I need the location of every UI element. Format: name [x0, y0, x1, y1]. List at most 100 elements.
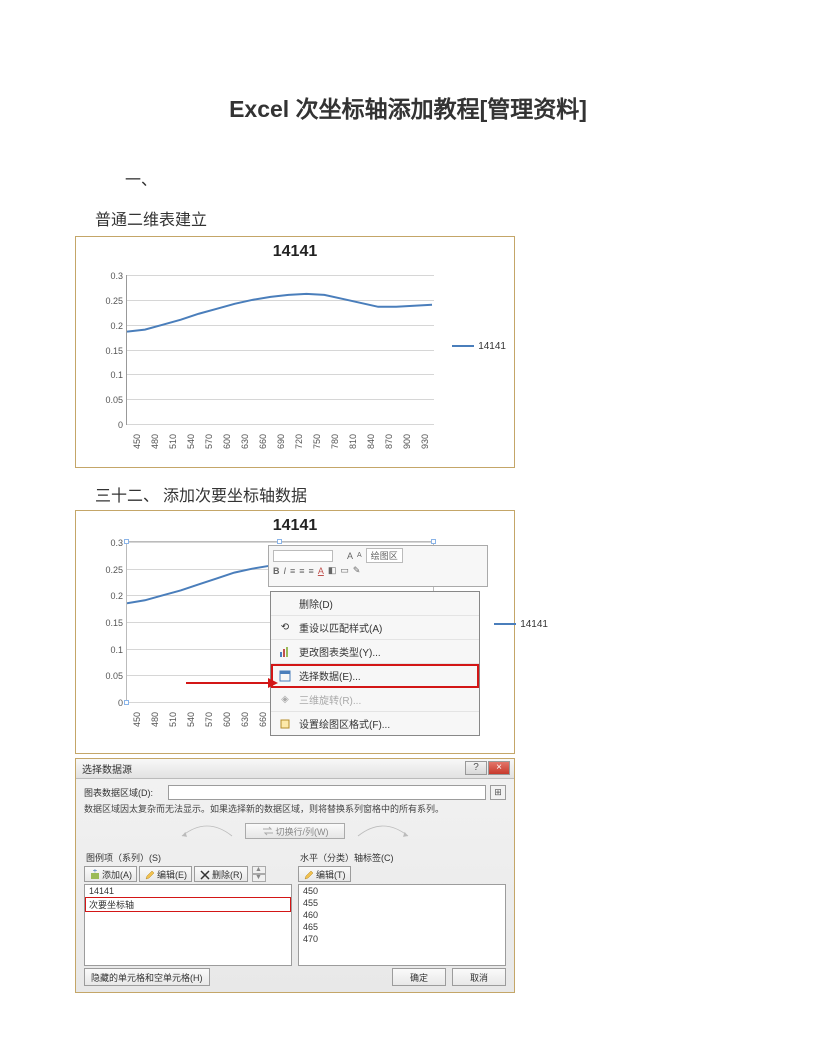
ytick: 0.1: [95, 645, 123, 655]
xtick: 720: [294, 434, 304, 449]
grow-font-icon[interactable]: A: [347, 551, 353, 561]
selection-handle[interactable]: [277, 539, 282, 544]
align-icon[interactable]: ≡: [299, 566, 304, 576]
fill-color-icon[interactable]: ◧: [328, 565, 337, 576]
menu-item-3d-rotate: ◈ 三维旋转(R)...: [271, 688, 479, 712]
switch-row-col-button: 切换行/列(W): [245, 823, 345, 839]
ok-button[interactable]: 确定: [392, 968, 446, 986]
menu-item-delete[interactable]: 删除(D): [271, 592, 479, 616]
move-down-button[interactable]: ▼: [252, 874, 266, 882]
list-item[interactable]: 455: [299, 897, 505, 909]
series-listbox[interactable]: 14141 次要坐标轴: [84, 884, 292, 966]
list-item[interactable]: 14141: [85, 885, 291, 897]
border-icon[interactable]: ▭: [340, 565, 349, 576]
chart-1-plot-area: 0.3 0.25 0.2 0.15 0.1 0.05 0: [126, 275, 434, 425]
menu-item-change-chart-type[interactable]: 更改图表类型(Y)...: [271, 640, 479, 664]
shrink-font-icon[interactable]: A: [357, 552, 362, 559]
switch-icon: [262, 825, 274, 837]
chart-area-selector[interactable]: 绘图区: [366, 548, 403, 563]
list-item[interactable]: 次要坐标轴: [85, 897, 291, 912]
cancel-button[interactable]: 取消: [452, 968, 506, 986]
range-label: 图表数据区域(D):: [84, 786, 164, 799]
list-item[interactable]: 450: [299, 885, 505, 897]
help-button[interactable]: ?: [465, 761, 487, 775]
xtick: 750: [312, 434, 322, 449]
legend-label: 14141: [478, 341, 506, 352]
menu-item-select-data[interactable]: 选择数据(E)...: [271, 664, 479, 688]
add-series-button[interactable]: + 添加(A): [84, 866, 137, 882]
delete-series-button[interactable]: 删除(R): [194, 866, 248, 882]
chart-2-xticks: 450 480 510 540 570 600 630 660: [126, 705, 286, 741]
edit-series-button[interactable]: 编辑(E): [139, 866, 192, 882]
menu-label: 设置绘图区格式(F)...: [299, 716, 390, 731]
format-icon[interactable]: ✎: [353, 565, 361, 576]
range-picker-button[interactable]: ⊞: [490, 785, 506, 800]
ytick: 0.15: [95, 346, 123, 356]
xtick: 690: [276, 434, 286, 449]
edit-icon: [303, 869, 313, 879]
range-hint: 数据区域因太复杂而无法显示。如果选择新的数据区域，则将替换系列窗格中的所有系列。: [84, 802, 506, 815]
xtick: 570: [204, 434, 214, 449]
list-item[interactable]: 460: [299, 909, 505, 921]
btn-label: 删除(R): [212, 868, 243, 881]
xtick: 600: [222, 434, 232, 449]
chart-2-title: 14141: [76, 511, 514, 535]
menu-item-reset-style[interactable]: ⟲ 重设以匹配样式(A): [271, 616, 479, 640]
btn-label: 编辑(T): [316, 868, 346, 881]
category-axis-title: 水平（分类）轴标签(C): [300, 851, 506, 864]
rotate-3d-icon: ◈: [277, 693, 293, 707]
italic-icon[interactable]: I: [284, 566, 287, 576]
selection-handle[interactable]: [431, 539, 436, 544]
btn-label: 编辑(E): [157, 868, 187, 881]
xtick: 630: [240, 712, 250, 727]
menu-item-format-plot-area[interactable]: 设置绘图区格式(F)...: [271, 712, 479, 735]
align-icon[interactable]: ≡: [309, 566, 314, 576]
hidden-cells-button[interactable]: 隐藏的单元格和空单元格(H): [84, 968, 210, 986]
xtick: 450: [132, 712, 142, 727]
xtick: 540: [186, 712, 196, 727]
annotation-arrow: [186, 682, 270, 684]
add-icon: +: [89, 869, 99, 879]
edit-icon: [144, 869, 154, 879]
swap-arrow-icon: [172, 821, 242, 841]
svg-text:+: +: [93, 869, 98, 875]
chart-type-icon: [277, 645, 293, 659]
chart-2: 14141 0.3 0.25 0.2 0.15 0.1 0.05 0 450 4…: [75, 510, 515, 754]
menu-label: 重设以匹配样式(A): [299, 620, 382, 635]
ytick: 0: [95, 420, 123, 430]
section-heading-2: 三十二、 添加次要坐标轴数据: [95, 482, 741, 506]
align-icon[interactable]: ≡: [290, 566, 295, 576]
move-series-buttons: ▲ ▼: [252, 866, 266, 882]
btn-label: 添加(A): [102, 868, 132, 881]
selection-handle[interactable]: [124, 539, 129, 544]
mini-toolbar[interactable]: A A 绘图区 B I ≡ ≡ ≡ A ◧ ▭ ✎: [268, 545, 488, 587]
range-input[interactable]: [168, 785, 486, 800]
select-data-source-dialog: 选择数据源 ? × 图表数据区域(D): ⊞ 数据区域因太复杂而无法显示。如果选…: [75, 758, 515, 993]
reset-icon: ⟲: [277, 621, 293, 635]
xtick: 480: [150, 712, 160, 727]
legend-series-title: 图例项（系列）(S): [86, 851, 292, 864]
list-item[interactable]: 465: [299, 921, 505, 933]
font-family-dropdown[interactable]: [273, 550, 333, 562]
close-button[interactable]: ×: [488, 761, 510, 775]
delete-icon: [199, 869, 209, 879]
list-item[interactable]: 470: [299, 933, 505, 945]
chart-1-legend: 14141: [452, 341, 506, 352]
font-color-icon[interactable]: A: [318, 566, 324, 576]
move-up-button[interactable]: ▲: [252, 866, 266, 874]
blank-icon: [277, 597, 293, 611]
legend-swatch: [452, 345, 474, 347]
edit-axis-button[interactable]: 编辑(T): [298, 866, 351, 882]
ytick: 0.2: [95, 591, 123, 601]
section-subtitle-1: 普通二维表建立: [95, 206, 741, 230]
legend-series-column: 图例项（系列）(S) + 添加(A) 编辑(E) 删除(R) ▲ ▼ 14141 …: [84, 851, 292, 966]
chart-1-line: [127, 275, 434, 424]
dialog-title: 选择数据源: [82, 761, 132, 776]
xtick: 870: [384, 434, 394, 449]
axis-labels-listbox[interactable]: 450 455 460 465 470: [298, 884, 506, 966]
legend-swatch: [494, 623, 516, 625]
ytick: 0.25: [95, 565, 123, 575]
chart-2-legend: 14141: [494, 619, 548, 630]
xtick: 900: [402, 434, 412, 449]
bold-icon[interactable]: B: [273, 566, 280, 576]
